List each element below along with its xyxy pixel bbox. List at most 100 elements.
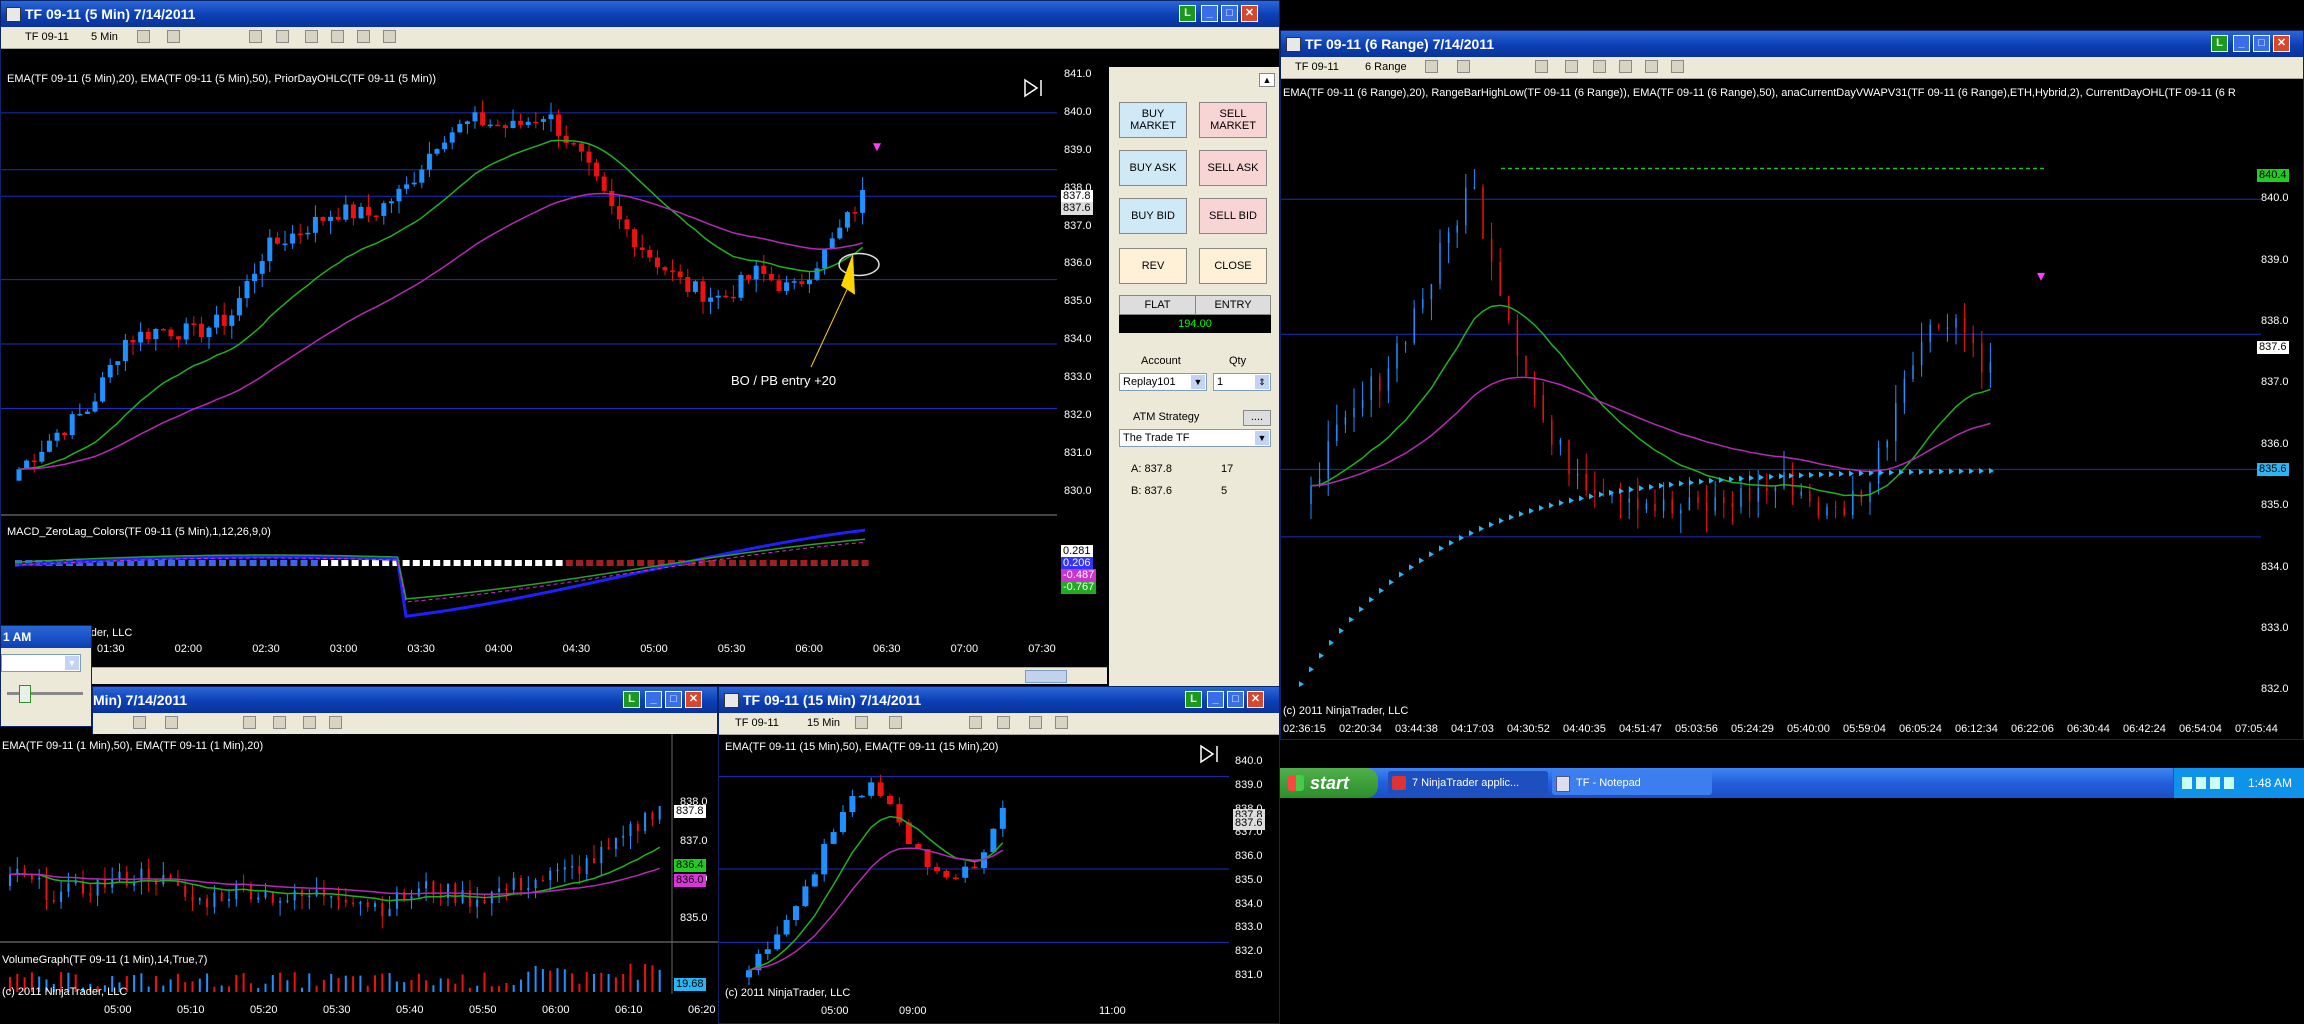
sell-ask-button[interactable]: SELL ASK xyxy=(1199,150,1267,186)
cursor-icon[interactable] xyxy=(249,30,262,43)
bar-candle xyxy=(404,184,410,189)
chevron-down-icon[interactable]: ▼ xyxy=(1191,375,1205,389)
cursor-icon[interactable] xyxy=(1535,60,1548,73)
maximize-button[interactable]: □ xyxy=(1221,5,1238,22)
volume-bar xyxy=(381,973,384,992)
zoom-icon[interactable] xyxy=(997,716,1010,729)
properties-icon[interactable] xyxy=(303,716,316,729)
price-chart-15min[interactable] xyxy=(719,735,1280,1024)
close-button[interactable]: ✕ xyxy=(1241,5,1258,22)
entry-highlight-ellipse xyxy=(838,252,880,277)
bar-type-icon[interactable] xyxy=(1425,60,1438,73)
close-button[interactable]: ✕ xyxy=(2273,35,2290,52)
price-chart-1min[interactable] xyxy=(0,734,718,1024)
title-bar[interactable]: TF 09-11 (15 Min) 7/14/2011 L _ □ ✕ xyxy=(719,687,1279,713)
data-box-icon[interactable] xyxy=(1671,60,1684,73)
title-bar[interactable]: Min) 7/14/2011 L _ □ ✕ xyxy=(93,687,717,713)
link-button[interactable]: L xyxy=(2211,35,2228,52)
qty-stepper[interactable]: 1 ⇕ xyxy=(1213,373,1271,391)
draw-tool-icon[interactable] xyxy=(165,716,178,729)
indicators-icon[interactable] xyxy=(1055,716,1068,729)
collapse-panel-icon[interactable]: ▲ xyxy=(1259,73,1275,87)
start-button[interactable]: start xyxy=(1280,768,1378,798)
interval-selector[interactable]: 5 Min xyxy=(87,30,122,45)
properties-icon[interactable] xyxy=(1593,60,1606,73)
instrument-selector[interactable]: TF 09-11 xyxy=(1291,60,1343,75)
indicators-icon[interactable] xyxy=(331,30,344,43)
cursor-icon[interactable] xyxy=(243,716,256,729)
time-slider[interactable] xyxy=(7,685,83,703)
buy-market-button[interactable]: BUY MARKET xyxy=(1119,102,1187,138)
ema-slow-line xyxy=(18,192,863,471)
indicators-icon[interactable] xyxy=(329,716,342,729)
range-bar-candle xyxy=(1817,501,1820,516)
zoom-icon[interactable] xyxy=(276,30,289,43)
title-bar[interactable]: TF 09-11 (6 Range) 7/14/2011 L _ □ ✕ xyxy=(1281,31,2303,57)
taskbar-item-notepad[interactable]: TF - Notepad xyxy=(1552,771,1712,795)
data-box-icon[interactable] xyxy=(383,30,396,43)
maximize-button[interactable]: □ xyxy=(2253,35,2270,52)
title-bar[interactable]: TF 09-11 (5 Min) 7/14/2011 L _ □ ✕ xyxy=(1,1,1279,27)
buy-bid-button[interactable]: BUY BID xyxy=(1119,198,1187,234)
spin-icon[interactable]: ⇕ xyxy=(1255,375,1269,389)
bar-candle xyxy=(746,274,752,280)
zoom-icon[interactable] xyxy=(273,716,286,729)
instrument-selector[interactable]: TF 09-11 xyxy=(21,30,73,45)
close-button[interactable]: ✕ xyxy=(685,691,702,708)
dialog-title-bar[interactable]: 1 AM xyxy=(1,626,91,648)
buy-ask-button[interactable]: BUY ASK xyxy=(1119,150,1187,186)
strategies-icon[interactable] xyxy=(1645,60,1658,73)
scroll-thumb[interactable] xyxy=(1025,670,1067,683)
zoom-icon[interactable] xyxy=(1565,60,1578,73)
horizontal-scrollbar[interactable] xyxy=(91,667,1107,684)
draw-tool-icon[interactable] xyxy=(167,30,180,43)
price-chart-6range[interactable] xyxy=(1281,101,2261,721)
maximize-button[interactable]: □ xyxy=(1227,691,1244,708)
atm-settings-button[interactable]: .... xyxy=(1243,410,1271,426)
minimize-button[interactable]: _ xyxy=(645,691,662,708)
maximize-button[interactable]: □ xyxy=(665,691,682,708)
bar-type-icon[interactable] xyxy=(855,716,868,729)
bar-candle xyxy=(426,153,432,170)
draw-tool-icon[interactable] xyxy=(1457,60,1470,73)
strategies-icon[interactable] xyxy=(357,30,370,43)
interval-selector[interactable]: 6 Range xyxy=(1361,60,1411,75)
minimize-button[interactable]: _ xyxy=(2233,35,2250,52)
cursor-icon[interactable] xyxy=(969,716,982,729)
indicators-icon[interactable] xyxy=(1619,60,1632,73)
sell-bid-button[interactable]: SELL BID xyxy=(1199,198,1267,234)
properties-icon[interactable] xyxy=(305,30,318,43)
copyright-text: (c) 2011 NinjaTrader, LLC xyxy=(725,987,851,999)
chart-scroll-right-icon[interactable] xyxy=(1021,77,1047,99)
draw-tool-icon[interactable] xyxy=(889,716,902,729)
ask-size: 17 xyxy=(1221,463,1234,475)
volume-bar xyxy=(520,979,522,992)
atm-strategy-select[interactable]: The Trade TF ▼ xyxy=(1119,429,1271,447)
slider-thumb[interactable] xyxy=(19,685,31,703)
chevron-down-icon[interactable]: ▼ xyxy=(65,656,79,670)
chart-scroll-right-icon[interactable] xyxy=(1197,743,1223,765)
date-picker[interactable]: 7/15/2011 ▼ xyxy=(1,654,81,672)
taskbar-item-ninjatrader[interactable]: 7 NinjaTrader applic... xyxy=(1388,771,1548,795)
bar-candle xyxy=(267,237,273,262)
bar-candle xyxy=(425,881,428,889)
bar-type-icon[interactable] xyxy=(137,30,150,43)
instrument-selector[interactable]: TF 09-11 xyxy=(731,716,783,731)
minimize-button[interactable]: _ xyxy=(1201,5,1218,22)
account-select[interactable]: Replay101 ▼ xyxy=(1119,373,1207,391)
interval-selector[interactable]: 15 Min xyxy=(803,716,844,731)
bar-candle xyxy=(130,339,136,343)
link-button[interactable]: L xyxy=(1185,691,1202,708)
reverse-button[interactable]: REV xyxy=(1119,248,1187,284)
minimize-button[interactable]: _ xyxy=(1207,691,1224,708)
close-position-button[interactable]: CLOSE xyxy=(1199,248,1267,284)
price-chart-5min[interactable] xyxy=(1,67,1057,517)
properties-icon[interactable] xyxy=(1029,716,1042,729)
link-button[interactable]: L xyxy=(623,691,640,708)
close-button[interactable]: ✕ xyxy=(1247,691,1264,708)
link-button[interactable]: L xyxy=(1179,5,1196,22)
sell-market-button[interactable]: SELL MARKET xyxy=(1199,102,1267,138)
chevron-down-icon[interactable]: ▼ xyxy=(1255,431,1269,445)
tray-icons[interactable] xyxy=(2182,777,2238,789)
bar-type-icon[interactable] xyxy=(133,716,146,729)
